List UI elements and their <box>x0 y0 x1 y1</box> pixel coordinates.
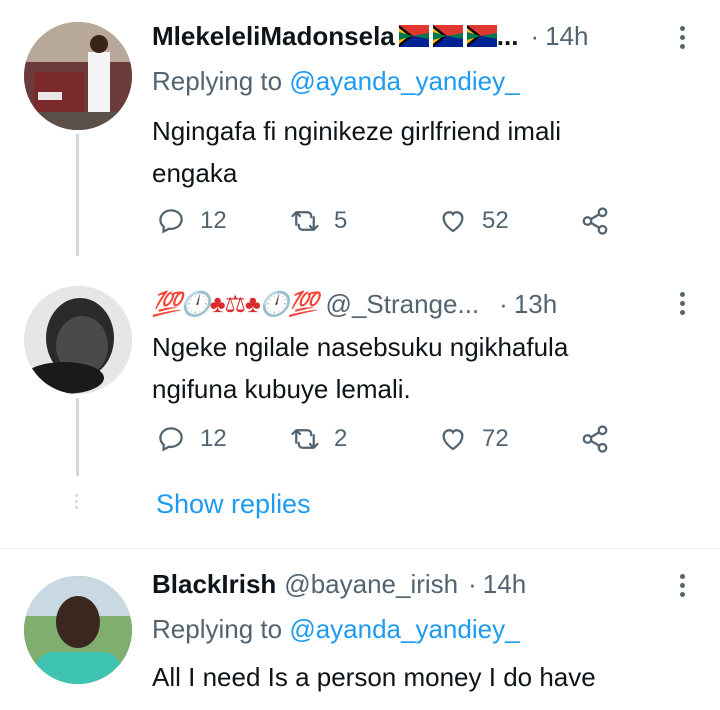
tweet-text: All I need Is a person money I do have <box>152 662 596 692</box>
more-icon[interactable] <box>680 574 686 601</box>
thread-continuation-dots <box>75 494 78 512</box>
separator: · <box>530 20 540 51</box>
reply-count: 12 <box>200 425 227 452</box>
display-name[interactable]: 💯🕛♣⚖♣🕛💯 <box>152 290 319 319</box>
reply-icon <box>159 209 183 234</box>
like-button[interactable]: 52 <box>438 206 509 236</box>
reply-button[interactable]: 12 <box>156 206 227 236</box>
reply-button[interactable]: 12 <box>156 424 227 454</box>
mention-link[interactable]: @ayanda_yandiey_ <box>289 614 519 644</box>
south-africa-flag-icon <box>432 25 463 47</box>
avatar-photo <box>24 286 132 394</box>
show-replies-link[interactable]: Show replies <box>156 489 311 520</box>
retweet-icon <box>291 429 319 449</box>
timestamp[interactable]: 14h <box>483 569 526 600</box>
tweet-actions: 12 5 52 <box>156 206 626 242</box>
retweet-count: 2 <box>334 425 348 452</box>
timestamp[interactable]: 13h <box>514 289 557 320</box>
retweet-icon <box>291 211 319 231</box>
handle[interactable]: @bayane_irish <box>284 569 458 600</box>
like-count: 52 <box>482 207 509 234</box>
timestamp[interactable]: 14h <box>545 21 588 52</box>
like-icon <box>442 429 464 451</box>
mention-link[interactable]: @ayanda_yandiey_ <box>289 66 519 96</box>
retweet-button[interactable]: 2 <box>290 424 347 454</box>
tweet-header: BlackIrish @bayane_irish · 14h <box>152 566 720 602</box>
avatar-photo <box>24 22 132 130</box>
like-icon <box>442 211 464 233</box>
tweet-actions: 12 2 72 <box>156 424 626 460</box>
tweet-1[interactable]: MlekeleliMadonsela ... · 14h Replying to… <box>0 18 720 258</box>
share-button[interactable] <box>580 424 610 454</box>
avatar[interactable] <box>24 22 132 130</box>
name-ellipsis: ... <box>496 20 519 51</box>
replying-to: Replying to @ayanda_yandiey_ <box>152 614 520 644</box>
share-icon <box>582 207 608 235</box>
share-icon <box>582 425 608 453</box>
handle[interactable]: @_Strange... <box>326 289 480 320</box>
separator: · <box>468 568 477 599</box>
replying-to: Replying to @ayanda_yandiey_ <box>152 66 520 96</box>
tweet-header: MlekeleliMadonsela ... · 14h <box>152 18 720 54</box>
avatar[interactable] <box>24 576 132 684</box>
avatar-photo <box>24 576 132 684</box>
like-button[interactable]: 72 <box>438 424 509 454</box>
retweet-count: 5 <box>334 207 348 234</box>
reply-count: 12 <box>200 207 227 234</box>
display-name[interactable]: MlekeleliMadonsela <box>152 21 395 52</box>
avatar[interactable] <box>24 286 132 394</box>
south-africa-flag-icon <box>466 25 497 47</box>
tweet-text: Ngingafa fi nginikeze girlfriend imali e… <box>152 116 561 188</box>
tweet-text: Ngeke ngilale nasebsuku ngikhafula ngifu… <box>152 332 569 404</box>
thread-line <box>76 398 79 476</box>
divider <box>0 548 720 549</box>
tweet-2[interactable]: 💯🕛♣⚖♣🕛💯 @_Strange... · 13h Ngeke ngilale… <box>0 286 720 486</box>
more-icon[interactable] <box>680 26 686 53</box>
retweet-button[interactable]: 5 <box>290 206 347 236</box>
share-button[interactable] <box>580 206 610 236</box>
thread-line <box>76 134 79 256</box>
reply-icon <box>159 427 183 452</box>
south-africa-flag-icon <box>398 25 429 47</box>
tweet-3[interactable]: BlackIrish @bayane_irish · 14h Replying … <box>0 566 720 710</box>
more-icon[interactable] <box>680 292 686 319</box>
like-count: 72 <box>482 425 509 452</box>
display-name[interactable]: BlackIrish <box>152 569 276 600</box>
tweet-header: 💯🕛♣⚖♣🕛💯 @_Strange... · 13h <box>152 286 720 322</box>
separator: · <box>499 288 508 319</box>
